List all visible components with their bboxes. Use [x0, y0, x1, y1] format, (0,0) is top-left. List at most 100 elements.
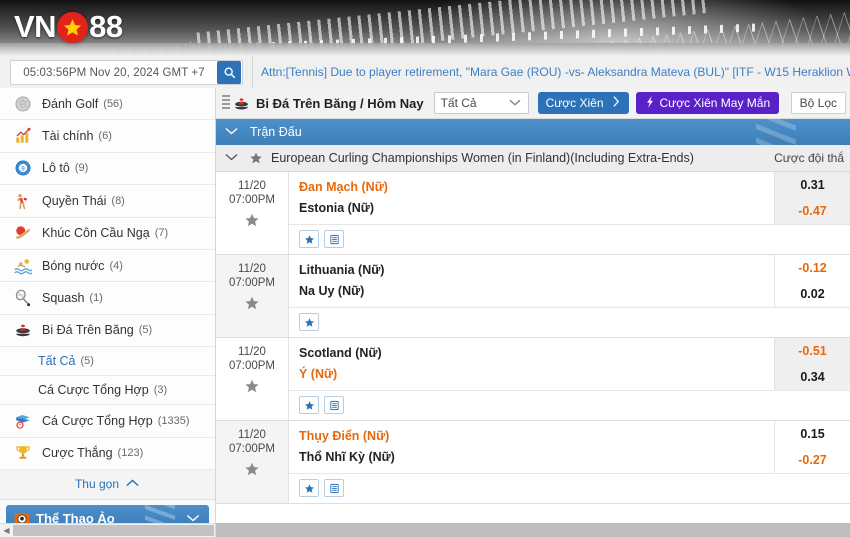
chevron-down-icon[interactable] — [224, 151, 239, 165]
main-content: Bi Đá Trên Băng / Hôm Nay Tất Cả Cược Xi… — [216, 88, 850, 537]
sidebar-item-water-polo[interactable]: Bóng nước (4) — [0, 249, 215, 283]
star-icon[interactable] — [299, 230, 319, 248]
search-input[interactable]: 05:03:56PM Nov 20, 2024 GMT +7 — [10, 60, 243, 85]
chevron-down-icon — [508, 96, 522, 110]
match-odds: 0.31 -0.47 — [774, 172, 850, 224]
sidebar-item-label: Đánh Golf — [42, 96, 99, 111]
chevron-up-icon — [125, 477, 140, 491]
match-date: 11/20 — [238, 346, 266, 358]
section-header-label: Trận Đấu — [250, 125, 302, 139]
odd-home[interactable]: 0.15 — [775, 421, 850, 447]
match-tools — [289, 390, 850, 420]
sidebar-item-muaythai[interactable]: Quyền Thái (8) — [0, 185, 215, 218]
sidebar-item-field-hockey[interactable]: Khúc Côn Cầu Ngạ (7) — [0, 217, 215, 250]
sidebar-item-count: (7) — [154, 227, 169, 240]
match-teams: Đan Mạch (Nữ) Estonia (Nữ) — [289, 172, 774, 224]
sidebar-item-parlay-all[interactable]: Cá Cược Tổng Hợp (1335) — [0, 405, 215, 438]
star-icon[interactable] — [299, 479, 319, 497]
chevron-right-icon — [611, 95, 621, 111]
sidebar-item-label: Tài chính — [42, 129, 94, 144]
star-icon[interactable] — [299, 313, 319, 331]
scroll-left-arrow[interactable]: ◀ — [0, 526, 13, 535]
sidebar-item-finance[interactable]: Tài chính (6) — [0, 120, 215, 153]
odd-home[interactable]: 0.31 — [775, 172, 850, 198]
sidebar-subitem-all[interactable]: Tất Cả (5) — [0, 347, 215, 377]
match-time-cell: 11/20 07:00PM — [216, 255, 289, 337]
odd-away[interactable]: 0.34 — [775, 364, 850, 390]
match-row[interactable]: 11/20 07:00PM Đan Mạch (Nữ) Estonia (Nữ)… — [216, 172, 850, 255]
sidebar-item-curling[interactable]: Bi Đá Trên Băng (5) — [0, 314, 215, 348]
sidebar-item-squash[interactable]: Squash (1) — [0, 282, 215, 315]
search-icon[interactable] — [217, 61, 241, 84]
sidebar-collapse-button[interactable]: Thu gọn — [0, 469, 215, 500]
match-tools — [289, 307, 850, 337]
sidebar-item-count: (1335) — [157, 414, 190, 427]
sidebar-subitem-count: (3) — [153, 384, 168, 397]
sidebar-item-winner-bets[interactable]: Cược Thắng (123) — [0, 437, 215, 470]
match-body: Scotland (Nữ) Ý (Nữ) -0.51 0.34 — [289, 338, 850, 420]
stats-icon[interactable] — [324, 479, 344, 497]
match-row[interactable]: 11/20 07:00PM Scotland (Nữ) Ý (Nữ) -0.51… — [216, 338, 850, 421]
sidebar-item-golf[interactable]: Đánh Golf (56) — [0, 88, 215, 121]
sidebar-item-label: Lô tô — [42, 161, 70, 176]
odds-column-header: Cược đội thắ — [774, 151, 844, 165]
stats-icon[interactable] — [324, 230, 344, 248]
sidebar-item-lottery[interactable]: 9 Lô tô (9) — [0, 152, 215, 186]
odd-away[interactable]: -0.27 — [775, 447, 850, 473]
match-odds: -0.51 0.34 — [774, 338, 850, 390]
collapse-label: Thu gọn — [74, 477, 120, 492]
parlay-book-icon — [12, 410, 34, 432]
odd-away[interactable]: 0.02 — [775, 281, 850, 307]
panel-grip-handle[interactable] — [222, 95, 230, 111]
odd-home[interactable]: -0.12 — [775, 255, 850, 281]
sidebar-item-count: (9) — [74, 162, 89, 175]
parlay-button[interactable]: Cược Xiên — [537, 92, 629, 114]
water-polo-icon — [12, 255, 34, 277]
filter-button[interactable]: Bộ Lọc — [790, 92, 846, 114]
section-header-stripes — [756, 119, 796, 145]
odd-home[interactable]: -0.51 — [775, 338, 850, 364]
lottery-ball-icon: 9 — [12, 157, 34, 179]
team-home: Thụy Điển (Nữ) — [299, 429, 390, 443]
league-filter-dropdown[interactable]: Tất Cả — [433, 92, 529, 114]
match-row[interactable]: 11/20 07:00PM Thụy Điển (Nữ) Thổ Nhĩ Kỳ … — [216, 421, 850, 504]
star-icon[interactable] — [299, 396, 319, 414]
match-teams-odds: Scotland (Nữ) Ý (Nữ) -0.51 0.34 — [289, 338, 850, 390]
sidebar-item-count: (56) — [103, 97, 123, 110]
star-icon[interactable] — [249, 151, 263, 165]
star-icon[interactable] — [244, 212, 260, 228]
sports-sidebar[interactable]: Đánh Golf (56) Tài chính (6) 9 Lô tô (9)… — [0, 88, 216, 537]
scrollbar-thumb[interactable] — [13, 525, 214, 536]
lightning-icon — [645, 95, 655, 112]
news-ticker[interactable]: Attn:[Tennis] Due to player retirement, … — [252, 56, 850, 88]
match-body: Đan Mạch (Nữ) Estonia (Nữ) 0.31 -0.47 — [289, 172, 850, 254]
muay-thai-icon — [12, 190, 34, 212]
match-teams: Thụy Điển (Nữ) Thổ Nhĩ Kỳ (Nữ) — [289, 421, 774, 473]
sidebar-horizontal-scrollbar[interactable]: ◀ — [0, 523, 215, 537]
sidebar-subitem-parlay[interactable]: Cá Cược Tổng Hợp (3) — [0, 376, 215, 406]
star-icon[interactable] — [244, 295, 260, 311]
content-toolbar: Bi Đá Trên Băng / Hôm Nay Tất Cả Cược Xi… — [216, 88, 850, 119]
section-header-matches[interactable]: Trận Đấu — [216, 119, 850, 145]
star-icon[interactable] — [244, 461, 260, 477]
match-date: 11/20 — [238, 180, 266, 192]
sidebar-item-count: (6) — [98, 130, 112, 143]
league-header-row[interactable]: European Curling Championships Women (in… — [216, 145, 850, 172]
team-away: Ý (Nữ) — [299, 367, 338, 381]
match-date: 11/20 — [238, 263, 266, 275]
page-horizontal-scrollbar[interactable] — [216, 523, 850, 537]
parlay-button-label: Cược Xiên — [545, 96, 604, 110]
match-row[interactable]: 11/20 07:00PM Lithuania (Nữ) Na Uy (Nữ) … — [216, 255, 850, 338]
odd-away[interactable]: -0.47 — [775, 198, 850, 224]
star-icon[interactable] — [244, 378, 260, 394]
sidebar-item-count: (4) — [109, 259, 123, 272]
chevron-down-icon[interactable] — [224, 125, 239, 139]
match-time: 07:00PM — [228, 194, 276, 206]
stats-icon[interactable] — [324, 396, 344, 414]
site-logo[interactable]: VN 88 — [14, 8, 123, 46]
team-home: Scotland (Nữ) — [299, 346, 382, 360]
team-home: Lithuania (Nữ) — [299, 263, 385, 277]
lucky-parlay-button[interactable]: Cược Xiên May Mắn — [635, 92, 780, 114]
logo-text-left: VN — [14, 9, 57, 44]
star-icon — [57, 11, 89, 43]
